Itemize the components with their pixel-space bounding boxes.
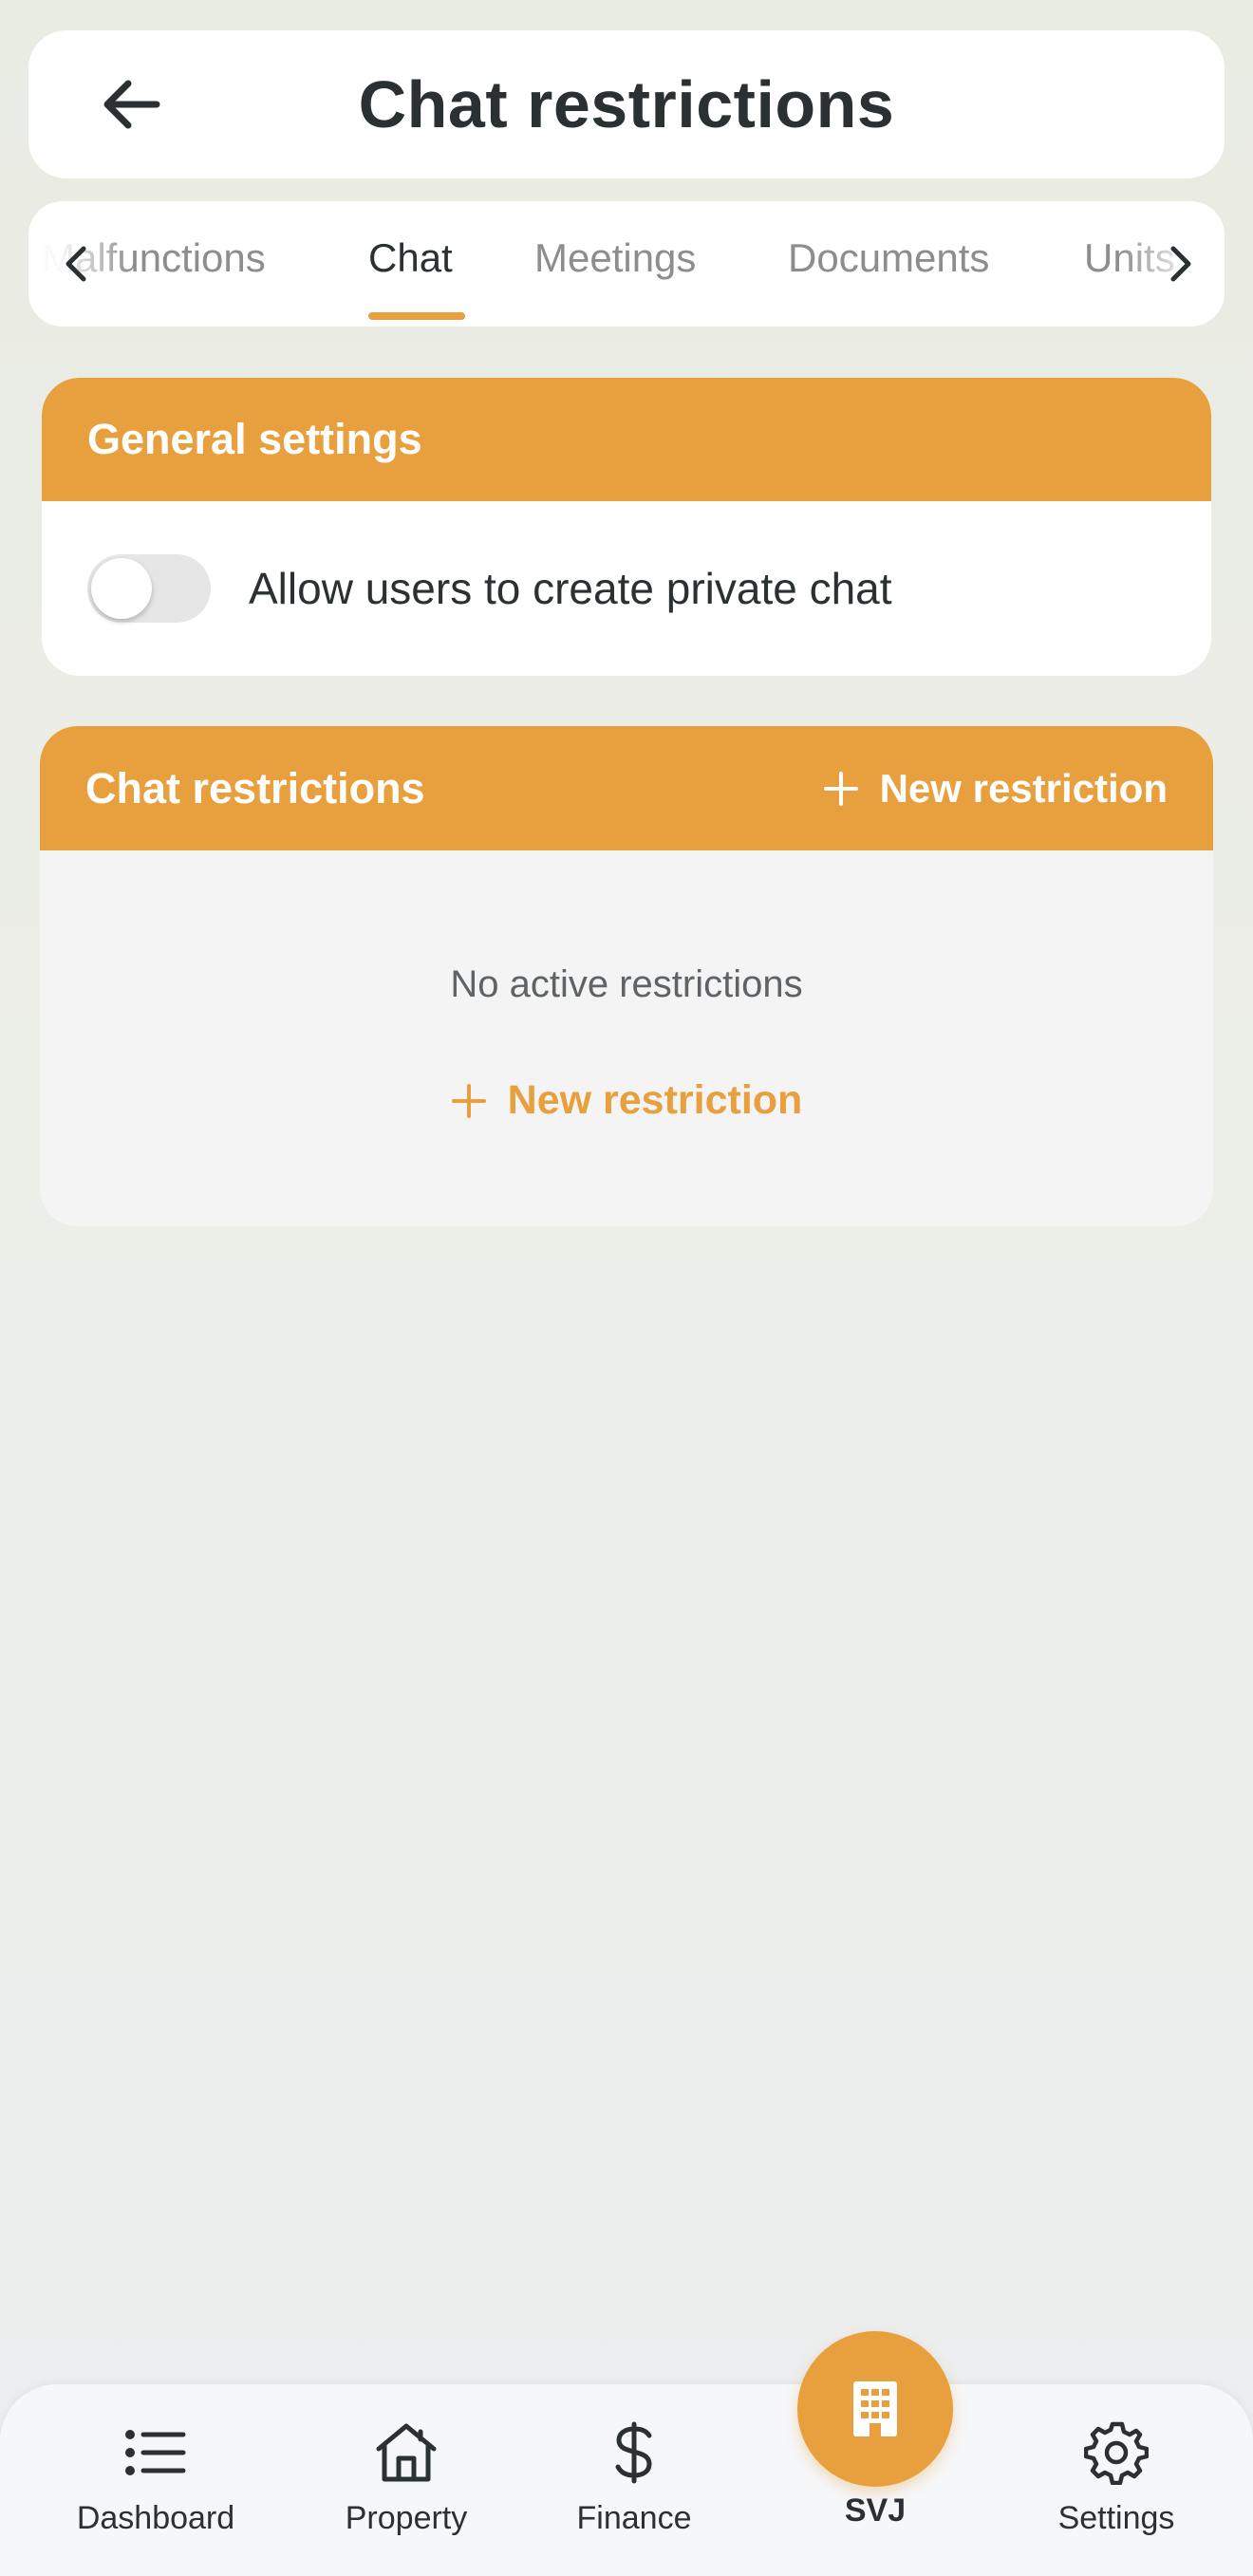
new-restriction-label: New restriction (507, 1077, 803, 1123)
building-icon (853, 2381, 897, 2436)
active-tab-indicator (368, 312, 465, 320)
toggle-knob (91, 558, 152, 619)
tab-bar: Malfunctions Chat Meetings Documents Uni… (28, 201, 1225, 327)
back-button[interactable] (97, 76, 163, 133)
private-chat-setting-row: Allow users to create private chat (42, 501, 1211, 676)
tab-documents[interactable]: Documents (788, 235, 989, 281)
general-settings-header: General settings (42, 378, 1211, 501)
empty-state-text: No active restrictions (450, 963, 803, 1005)
nav-settings[interactable]: Settings (1021, 2415, 1211, 2537)
bottom-navigation: Dashboard Property Finance Settings (0, 2384, 1253, 2576)
page-title: Chat restrictions (358, 67, 895, 141)
tab-track: Malfunctions Chat Meetings Documents Uni… (28, 201, 1225, 327)
nav-dashboard[interactable]: Dashboard (61, 2415, 251, 2537)
dollar-icon (615, 2421, 652, 2484)
list-icon (125, 2430, 186, 2475)
tabs-scroll-left-button[interactable] (47, 235, 104, 292)
new-restriction-header-label: New restriction (879, 765, 1168, 811)
new-restriction-button[interactable]: New restriction (40, 1077, 1213, 1124)
top-bar: Chat restrictions (28, 30, 1225, 178)
tabs-scroll-right-button[interactable] (1152, 235, 1209, 292)
chat-restrictions-card: Chat restrictions New restriction No act… (40, 726, 1213, 1226)
nav-property[interactable]: Property (311, 2415, 501, 2537)
general-settings-card: General settings Allow users to create p… (42, 378, 1211, 676)
chat-restrictions-header: Chat restrictions New restriction (40, 726, 1213, 850)
chevron-left-icon (65, 246, 86, 282)
nav-finance-label: Finance (576, 2500, 692, 2536)
gear-icon (1084, 2421, 1149, 2485)
plus-icon (451, 1083, 486, 1118)
tab-chat[interactable]: Chat (368, 235, 453, 281)
house-icon (376, 2423, 437, 2482)
private-chat-toggle-label: Allow users to create private chat (249, 564, 892, 613)
nav-settings-label: Settings (1057, 2500, 1175, 2536)
private-chat-toggle[interactable] (87, 554, 211, 623)
nav-property-label: Property (345, 2500, 468, 2536)
nav-svj-button[interactable] (797, 2331, 953, 2487)
new-restriction-header-button[interactable]: New restriction (823, 766, 1168, 812)
tab-meetings[interactable]: Meetings (534, 235, 696, 281)
arrow-left-icon (103, 80, 160, 129)
nav-svj-label: SVJ (844, 2492, 907, 2529)
nav-dashboard-label: Dashboard (76, 2500, 235, 2536)
chevron-right-icon (1170, 246, 1191, 282)
general-settings-title: General settings (87, 415, 422, 463)
chat-restrictions-title: Chat restrictions (85, 763, 425, 812)
nav-finance[interactable]: Finance (539, 2415, 729, 2537)
plus-icon (823, 771, 858, 806)
